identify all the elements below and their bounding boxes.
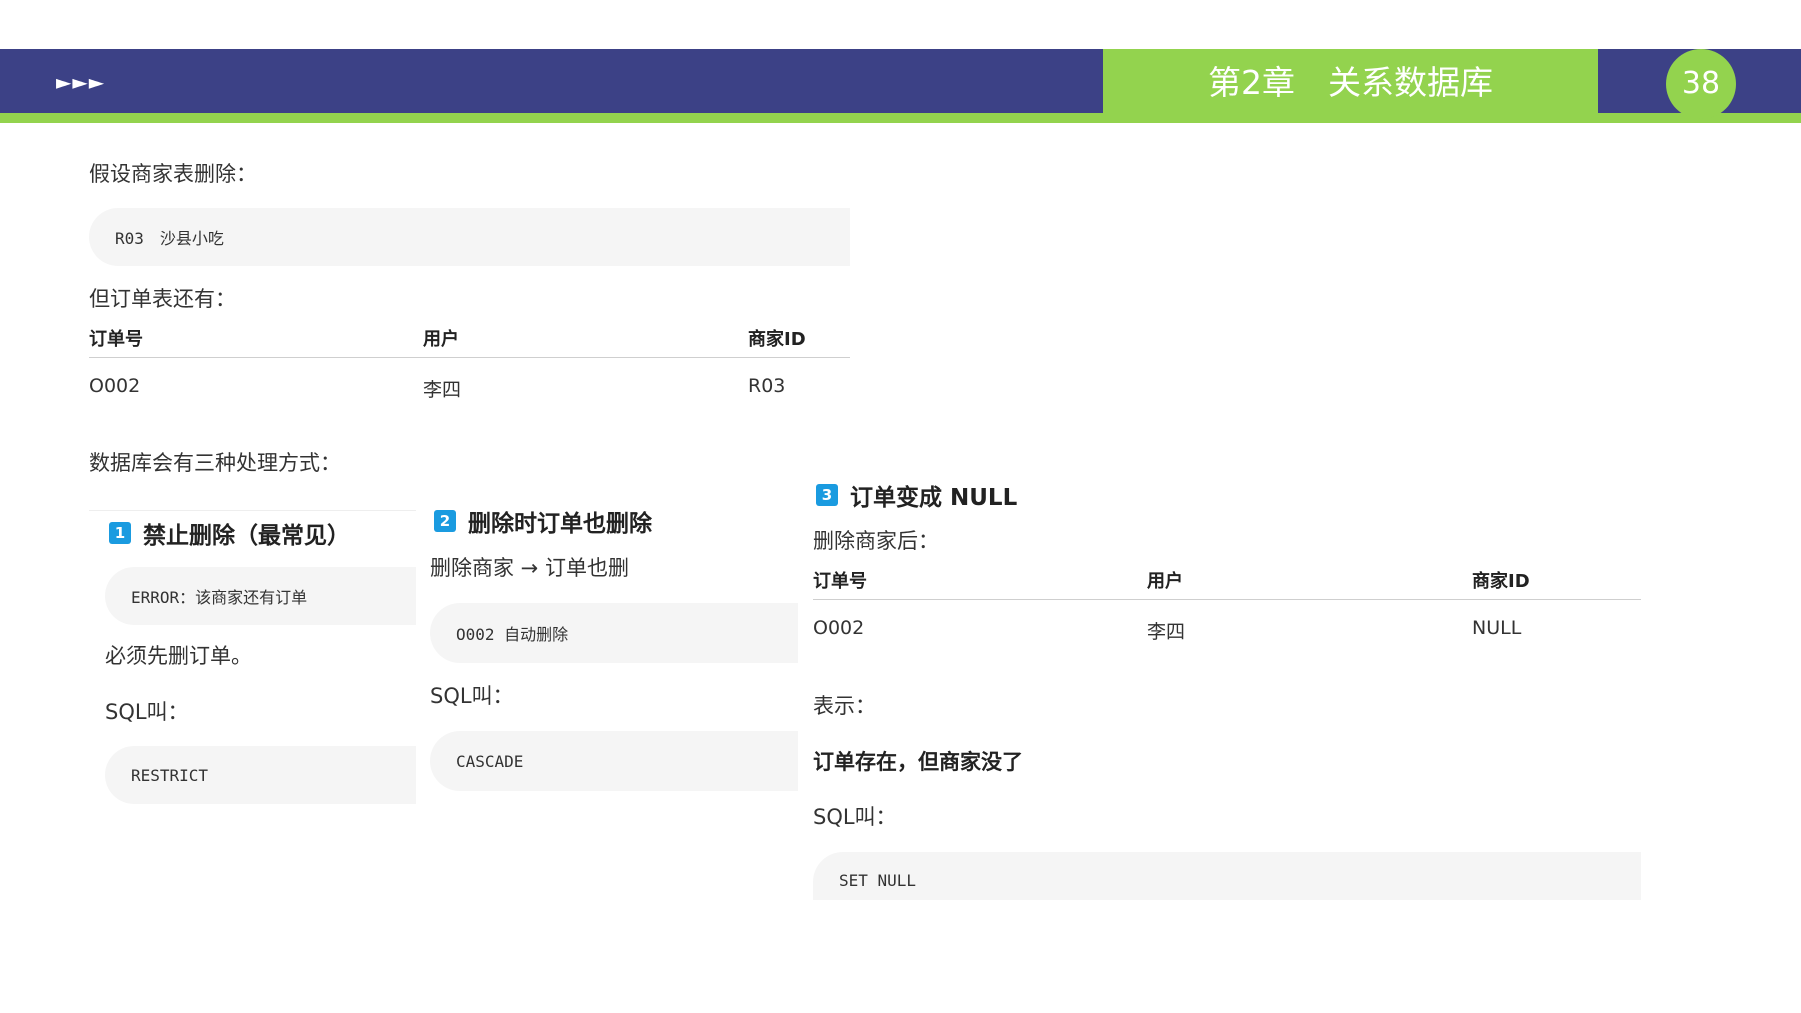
but-text: 但订单表还有： — [89, 287, 236, 311]
table-cell: NULL — [1472, 617, 1522, 639]
table-cell: O002 — [89, 375, 141, 397]
orders-table: 订单号 用户 商家ID O002 李四 R03 — [89, 325, 850, 401]
option1-text: 必须先删订单。 — [105, 644, 252, 668]
option2-heading: 2 删除时订单也删除 — [434, 504, 652, 538]
option3-sql-code: SET NULL — [813, 852, 1641, 900]
table-cell: R03 — [748, 375, 786, 397]
option2-text: 删除商家 → 订单也删 — [430, 556, 629, 580]
chapter-title: 第2章 关系数据库 — [1208, 63, 1493, 102]
option1-heading: 1 禁止删除（最常见） — [109, 516, 350, 550]
option3-heading: 3 订单变成 NULL — [816, 478, 1017, 512]
option1-top-rule — [89, 510, 416, 511]
option1-error-code: ERROR：该商家还有订单 — [105, 567, 416, 625]
option3-means-label: 表示： — [813, 694, 876, 718]
table-row: O002 李四 R03 — [89, 358, 850, 401]
table-header-user: 用户 — [1147, 571, 1183, 592]
deleted-record-code: R03 沙县小吃 — [89, 208, 850, 266]
table-header-merchant-id: 商家ID — [1472, 571, 1530, 592]
table-header-order-id: 订单号 — [89, 329, 143, 350]
option1-sql-label: SQL叫： — [105, 700, 189, 724]
option3-after-text: 删除商家后： — [813, 529, 939, 553]
number-3-icon: 3 — [816, 484, 838, 506]
table-header-merchant-id: 商家ID — [748, 329, 806, 350]
orders-null-table: 订单号 用户 商家ID O002 李四 NULL — [813, 567, 1641, 643]
assume-text: 假设商家表删除： — [89, 162, 257, 186]
option3-title: 订单变成 NULL — [850, 485, 1018, 511]
number-2-icon: 2 — [434, 510, 456, 532]
table-row: O002 李四 NULL — [813, 600, 1641, 643]
option1-sql-code: RESTRICT — [105, 746, 416, 804]
option3-means-text: 订单存在，但商家没了 — [813, 750, 1023, 774]
option2-sql-label: SQL叫： — [430, 684, 514, 708]
arrows-icon: ►►► — [56, 70, 106, 94]
table-header-order-id: 订单号 — [813, 571, 867, 592]
table-cell: 李四 — [423, 379, 462, 401]
option2-title: 删除时订单也删除 — [468, 511, 652, 537]
table-header-user: 用户 — [423, 329, 459, 350]
table-cell: 李四 — [1147, 621, 1186, 643]
table-cell: O002 — [813, 617, 865, 639]
page-number: 38 — [1666, 49, 1736, 119]
number-1-icon: 1 — [109, 522, 131, 544]
option3-sql-label: SQL叫： — [813, 805, 897, 829]
methods-text: 数据库会有三种处理方式： — [89, 451, 341, 475]
option1-title: 禁止删除（最常见） — [143, 523, 350, 549]
option2-sql-code: CASCADE — [430, 731, 798, 791]
option2-code: O002 自动删除 — [430, 603, 798, 663]
